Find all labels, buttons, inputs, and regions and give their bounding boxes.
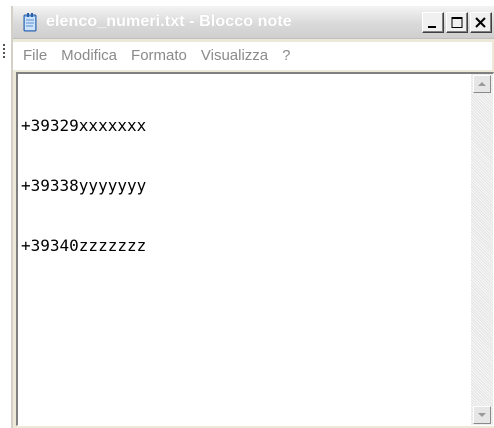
text-line: +39329xxxxxxx [21,116,147,135]
menu-help[interactable]: ? [272,42,294,70]
title-bar[interactable]: elenco_numeri.txt - Blocco note [13,6,494,39]
vertical-scrollbar[interactable] [471,74,493,425]
close-button[interactable] [470,12,492,33]
menu-file[interactable]: File [13,42,51,70]
scroll-down-button[interactable] [473,406,491,424]
text-line: +39338yyyyyyy [21,176,147,195]
minimize-button[interactable] [422,12,444,33]
minimize-icon [428,26,436,28]
window-title: elenco_numeri.txt - Blocco note [46,13,292,30]
decorative-dots [3,44,7,58]
text-line: +39340zzzzzzz [21,236,147,255]
editor-content[interactable]: +39329xxxxxxx +39338yyyyyyy +39340zzzzzz… [21,76,466,422]
caption-buttons [422,12,492,34]
menu-visualizza[interactable]: Visualizza [191,42,272,70]
menu-formato[interactable]: Formato [121,42,191,70]
text-editor[interactable]: +39329xxxxxxx +39338yyyyyyy +39340zzzzzz… [16,72,494,426]
menu-modifica[interactable]: Modifica [51,42,121,70]
screen: elenco_numeri.txt - Blocco note File Mod… [0,0,494,428]
close-icon [475,17,486,28]
notepad-window: elenco_numeri.txt - Blocco note File Mod… [11,6,494,428]
maximize-button[interactable] [446,12,468,33]
menu-bar: File Modifica Formato Visualizza ? [13,42,492,70]
arrow-down-icon [478,413,486,417]
maximize-icon [451,17,463,28]
arrow-up-icon [478,82,486,86]
scroll-up-button[interactable] [473,75,491,93]
notepad-icon[interactable] [22,13,39,32]
